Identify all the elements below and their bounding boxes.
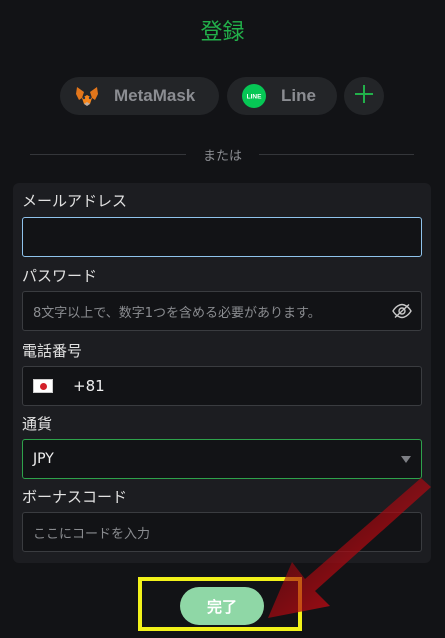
metamask-fox-icon (74, 83, 100, 109)
password-label: パスワード (22, 267, 98, 285)
phone-field[interactable]: +81 (22, 366, 422, 406)
email-label: メールアドレス (22, 192, 128, 210)
line-icon: LINE (241, 83, 267, 109)
bonus-code-placeholder: ここにコードを入力 (33, 526, 151, 542)
currency-value: JPY (33, 451, 54, 467)
caret-down-icon (401, 456, 411, 463)
dial-code: +81 (73, 377, 105, 395)
email-field[interactable] (22, 217, 422, 257)
submit-button[interactable]: 完了 (180, 587, 264, 625)
plus-icon (354, 84, 374, 108)
password-placeholder: 8文字以上で、数字1つを含める必要があります。 (33, 305, 321, 321)
metamask-label: MetaMask (114, 86, 196, 105)
jp-flag-icon[interactable] (33, 379, 53, 393)
phone-label: 電話番号 (22, 342, 83, 360)
currency-label: 通貨 (22, 415, 53, 433)
more-login-options-button[interactable] (344, 77, 384, 115)
page-title: 登録 (200, 20, 245, 45)
divider-right (259, 154, 414, 155)
password-field[interactable]: 8文字以上で、数字1つを含める必要があります。 (22, 291, 422, 331)
bonus-code-field[interactable]: ここにコードを入力 (22, 512, 422, 552)
bonus-code-label: ボーナスコード (22, 488, 128, 506)
line-login-button[interactable]: LINE Line (227, 77, 337, 115)
line-label: Line (281, 86, 316, 105)
metamask-login-button[interactable]: MetaMask (60, 77, 219, 115)
eye-slash-icon[interactable] (392, 303, 412, 323)
currency-select[interactable]: JPY (22, 439, 422, 479)
line-icon-text: LINE (247, 94, 262, 101)
